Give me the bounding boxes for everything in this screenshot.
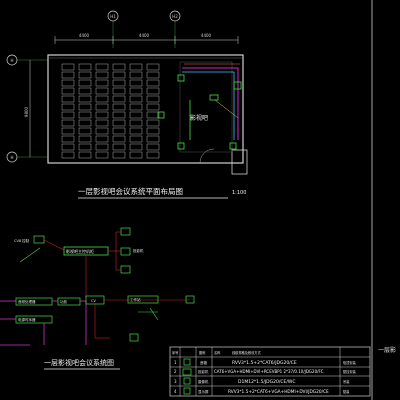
legend-side-note: 吊装	[343, 379, 350, 384]
legend-header: 线缆规格及敷设方式	[232, 350, 261, 355]
dimension-label: 4400	[139, 33, 150, 38]
system-label: 功放	[60, 299, 67, 304]
axis-label: H	[10, 155, 13, 160]
legend-row-name: 显示屏	[198, 390, 209, 394]
legend-row-spec: RVV3*1.5+2*CAT6+VGA+HDMI+DVI/JDG20/CE	[228, 389, 329, 395]
plan-scale: 1:100	[232, 190, 246, 196]
legend-header: 序号	[172, 350, 178, 355]
system-label: 音频处理器	[18, 299, 36, 304]
room-label: 影视吧	[190, 114, 208, 122]
legend-row-spec: D1M12*1.5/JDG20/CE/WC	[238, 379, 295, 385]
legend-header: 图例	[199, 350, 205, 355]
system-label: 投影机	[133, 248, 144, 253]
legend-side-note: 吸顶安装	[343, 360, 357, 365]
legend-row-spec: RVV3*1.5+2*CAT6/JDG20/CE	[232, 360, 297, 366]
right-panel-caption: 一层影	[378, 346, 396, 354]
cad-drawing: 一层影 H1 H2 H H 4400 4400 4400 9800 影视吧 一层…	[0, 0, 400, 400]
legend-row-name: 摄像机	[198, 379, 209, 384]
system-label: 影视吧主控机柜	[66, 248, 94, 254]
legend-header: 名称	[214, 350, 221, 355]
legend-side-note: 壁装	[343, 389, 350, 394]
legend-row-name: 投影机	[198, 369, 209, 374]
dimension-label: 9800	[24, 106, 29, 117]
legend-row-spec: CAT6+VGA+HDMI+DVI+RCEVBP1 2*37/0.10/JDG2…	[214, 369, 324, 374]
plan-title: 一层影视吧会议系统平面布局图	[78, 186, 183, 196]
legend-row-name: 音箱	[200, 360, 207, 365]
system-label: CV	[91, 299, 96, 303]
axis-label: H1	[110, 14, 116, 19]
dimension-label: 4400	[79, 33, 90, 38]
legend-side-note: 壁挂安装	[343, 369, 357, 374]
axis-label: H2	[172, 14, 178, 19]
system-label: CV8 控制	[14, 238, 30, 243]
axis-label: H	[10, 58, 13, 63]
system-label: 电源时序器	[18, 317, 36, 322]
system-label: 工作站	[130, 297, 141, 302]
system-title: 一层影视吧会议系统图	[44, 358, 114, 367]
dimension-label: 4400	[201, 33, 212, 38]
